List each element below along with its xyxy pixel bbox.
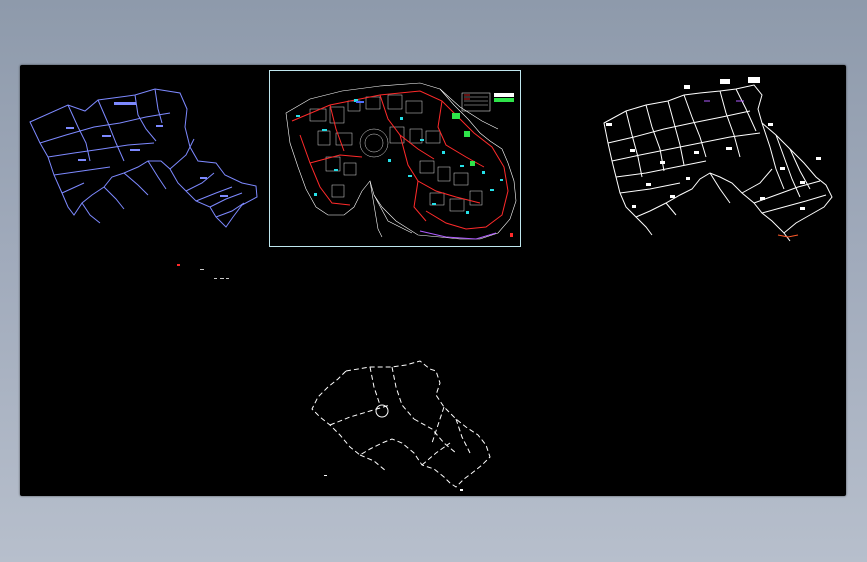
cad-drawing-canvas[interactable]: [20, 65, 846, 496]
lower-outline-plan: [311, 360, 491, 491]
